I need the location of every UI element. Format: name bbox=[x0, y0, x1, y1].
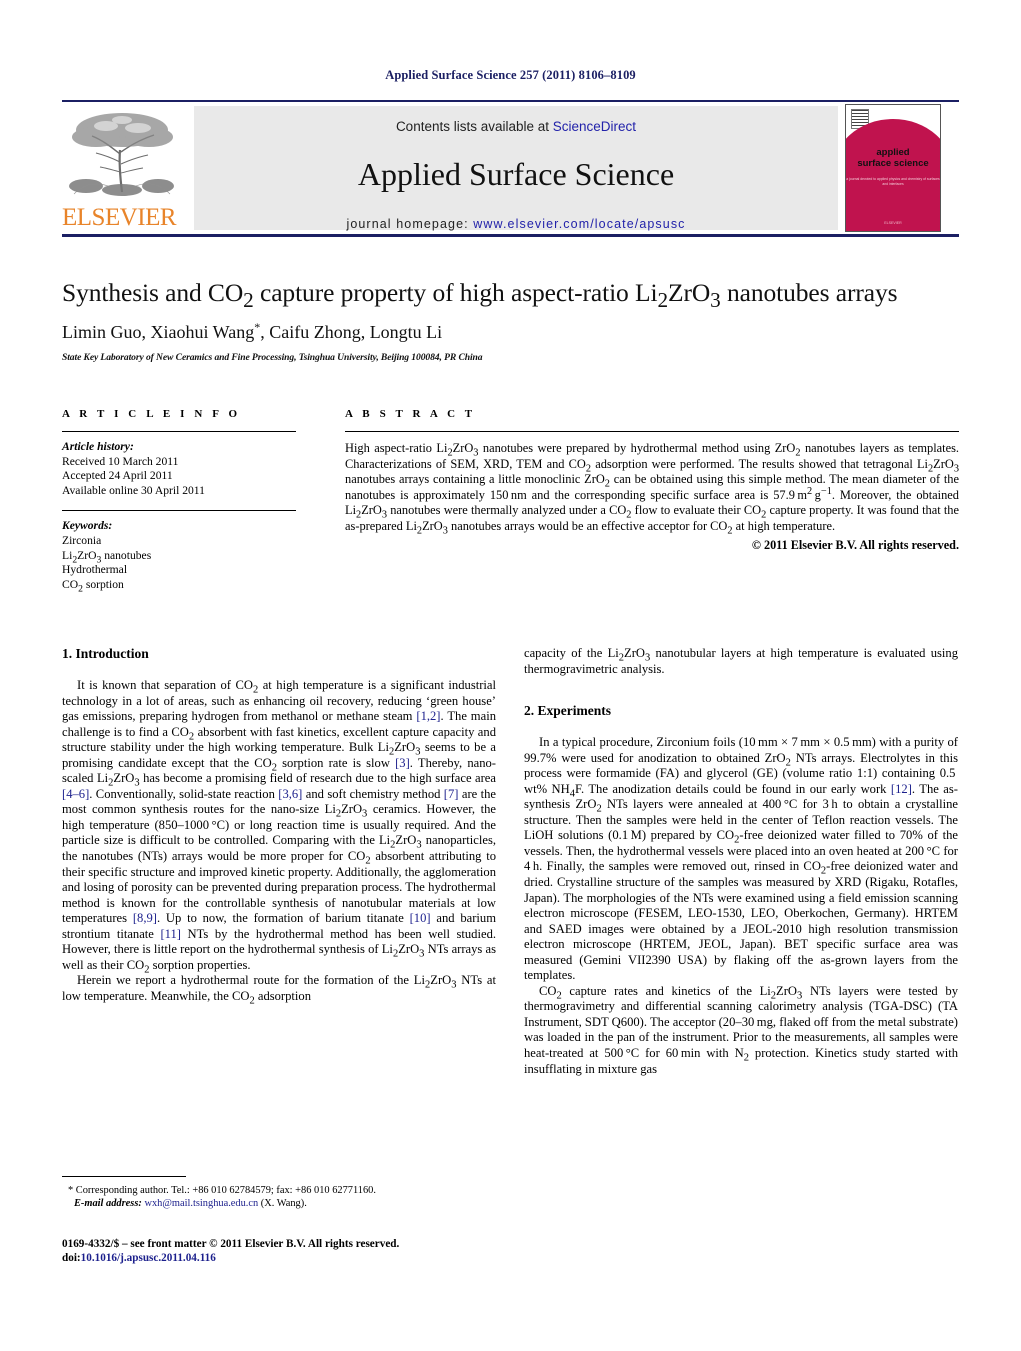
abstract-rule bbox=[345, 431, 959, 432]
abstract-heading: A B S T R A C T bbox=[345, 408, 476, 420]
corresponding-author-text: Corresponding author. Tel.: +86 010 6278… bbox=[73, 1185, 376, 1196]
citation-link[interactable]: [4–6] bbox=[62, 787, 89, 801]
keywords-label: Keywords: bbox=[62, 519, 113, 533]
authors-before-star: Limin Guo, Xiaohui Wang bbox=[62, 322, 255, 342]
citation-link[interactable]: [3,6] bbox=[278, 787, 302, 801]
running-head: Applied Surface Science 257 (2011) 8106–… bbox=[385, 68, 636, 82]
history-online: Available online 30 April 2011 bbox=[62, 483, 205, 497]
title-block: Synthesis and CO2 capture property of hi… bbox=[62, 278, 959, 363]
body-column-left: 1. Introduction It is known that separat… bbox=[62, 646, 497, 1007]
contents-lists-text: Contents lists available at bbox=[395, 119, 553, 134]
section-heading-experiments: 2. Experiments bbox=[524, 703, 611, 719]
doi-label: doi: bbox=[62, 1252, 81, 1264]
keywords-group: Keywords: Zirconia Li2ZrO3 nanotubes Hyd… bbox=[62, 519, 296, 595]
article-info-rule-bottom bbox=[62, 510, 296, 512]
citation-link[interactable]: [12] bbox=[891, 782, 912, 796]
citation-link[interactable]: [1,2] bbox=[416, 709, 440, 723]
experiments-paragraph-2: CO2 capture rates and kinetics of the Li… bbox=[524, 983, 958, 1076]
article-history-label: Article history: bbox=[62, 440, 134, 453]
title-part-4: nanotubes arrays bbox=[720, 278, 898, 307]
journal-homepage-line: journal homepage: www.elsevier.com/locat… bbox=[194, 217, 838, 231]
intro-paragraph-2-continued: capacity of the Li2ZrO3 nanotubular laye… bbox=[524, 646, 958, 676]
email-link[interactable]: wxh@mail.tsinghua.edu.cn bbox=[144, 1198, 258, 1209]
keyword-item: Zirconia bbox=[62, 533, 102, 547]
imprint-line: 0169-4332/$ – see front matter © 2011 El… bbox=[62, 1238, 400, 1250]
title-sub-3: 3 bbox=[710, 288, 721, 313]
masthead-top-rule bbox=[62, 100, 959, 102]
history-received: Received 10 March 2011 bbox=[62, 454, 179, 468]
citation-link[interactable]: [11] bbox=[160, 927, 181, 941]
cover-title: applied surface science bbox=[846, 147, 940, 169]
affiliation: State Key Laboratory of New Ceramics and… bbox=[62, 352, 483, 363]
footnote-rule bbox=[62, 1176, 186, 1177]
article-info-heading: A R T I C L E I N F O bbox=[62, 408, 241, 420]
title-part-1: Synthesis and CO bbox=[62, 278, 244, 307]
journal-banner: Contents lists available at ScienceDirec… bbox=[194, 106, 838, 231]
title-sub-1: 2 bbox=[243, 288, 254, 313]
elsevier-wordmark: ELSEVIER bbox=[62, 204, 177, 231]
doi-link[interactable]: 10.1016/j.apsusc.2011.04.116 bbox=[81, 1252, 216, 1264]
elsevier-tree-icon bbox=[66, 106, 178, 198]
journal-cover-thumbnail: applied surface science a journal devote… bbox=[845, 104, 941, 232]
intro-paragraph-2: Herein we report a hydrothermal route fo… bbox=[62, 973, 496, 1007]
article-info-column: A R T I C L E I N F O Article history: R… bbox=[62, 408, 296, 595]
citation-link[interactable]: [10] bbox=[410, 911, 431, 925]
masthead-bottom-rule bbox=[62, 234, 959, 237]
title-part-2: capture property of high aspect-ratio Li bbox=[253, 278, 658, 307]
cover-footer-logo: ELSEVIER bbox=[884, 221, 902, 225]
journal-masthead: ELSEVIER Contents lists available at Sci… bbox=[62, 100, 959, 237]
experiments-paragraph-1: In a typical procedure, Zirconium foils … bbox=[524, 735, 959, 983]
sciencedirect-link[interactable]: ScienceDirect bbox=[553, 119, 636, 134]
abstract-column: A B S T R A C T High aspect-ratio Li2ZrO… bbox=[345, 408, 959, 553]
authors-after-star: , Caifu Zhong, Longtu Li bbox=[260, 322, 443, 342]
footnote-block: * Corresponding author. Tel.: +86 010 62… bbox=[62, 1176, 496, 1210]
keyword-item: Hydrothermal bbox=[62, 563, 128, 577]
cover-subtitle: a journal devoted to applied physics and… bbox=[846, 177, 940, 186]
elsevier-logo: ELSEVIER bbox=[62, 106, 182, 230]
author-list: Limin Guo, Xiaohui Wang*, Caifu Zhong, L… bbox=[62, 321, 959, 343]
homepage-url-link[interactable]: www.elsevier.com/locate/apsusc bbox=[473, 217, 685, 231]
citation-link[interactable]: [8,9] bbox=[133, 911, 157, 925]
email-owner: (X. Wang). bbox=[258, 1198, 307, 1209]
tree-illustration-svg bbox=[69, 113, 174, 196]
corresponding-author-note: * Corresponding author. Tel.: +86 010 62… bbox=[62, 1184, 496, 1197]
homepage-label: journal homepage: bbox=[346, 217, 474, 231]
page-title: Synthesis and CO2 capture property of hi… bbox=[62, 278, 959, 311]
article-history-group: Article history: Received 10 March 2011 … bbox=[62, 440, 296, 498]
history-accepted: Accepted 24 April 2011 bbox=[62, 469, 173, 483]
keyword-item: Li2ZrO3 nanotubes bbox=[62, 548, 152, 565]
keyword-item: CO2 sorption bbox=[62, 577, 124, 595]
journal-title: Applied Surface Science bbox=[357, 156, 675, 192]
title-part-3: ZrO bbox=[667, 278, 711, 307]
contents-lists-line: Contents lists available at ScienceDirec… bbox=[194, 119, 838, 134]
doi-line: doi:10.1016/j.apsusc.2011.04.116 bbox=[62, 1251, 562, 1265]
article-info-rule-top bbox=[62, 431, 296, 432]
paper-page: Applied Surface Science 257 (2011) 8106–… bbox=[0, 0, 1021, 1351]
email-note: E-mail address: wxh@mail.tsinghua.edu.cn… bbox=[62, 1197, 496, 1210]
cover-title-line2: surface science bbox=[857, 158, 929, 169]
cover-title-line1: applied bbox=[876, 147, 910, 158]
copyright-line: © 2011 Elsevier B.V. All rights reserved… bbox=[751, 537, 959, 552]
citation-link[interactable]: [3] bbox=[395, 756, 410, 770]
abstract-text: High aspect-ratio Li2ZrO3 nanotubes were… bbox=[345, 441, 960, 537]
intro-paragraph-1: It is known that separation of CO2 at hi… bbox=[62, 678, 497, 976]
body-column-right: capacity of the Li2ZrO3 nanotubular laye… bbox=[524, 646, 958, 1077]
title-sub-2: 2 bbox=[657, 288, 668, 313]
email-label: E-mail address: bbox=[74, 1198, 142, 1209]
imprint-block: 0169-4332/$ – see front matter © 2011 El… bbox=[62, 1237, 562, 1265]
section-heading-introduction: 1. Introduction bbox=[62, 646, 149, 661]
citation-link[interactable]: [7] bbox=[444, 787, 459, 801]
